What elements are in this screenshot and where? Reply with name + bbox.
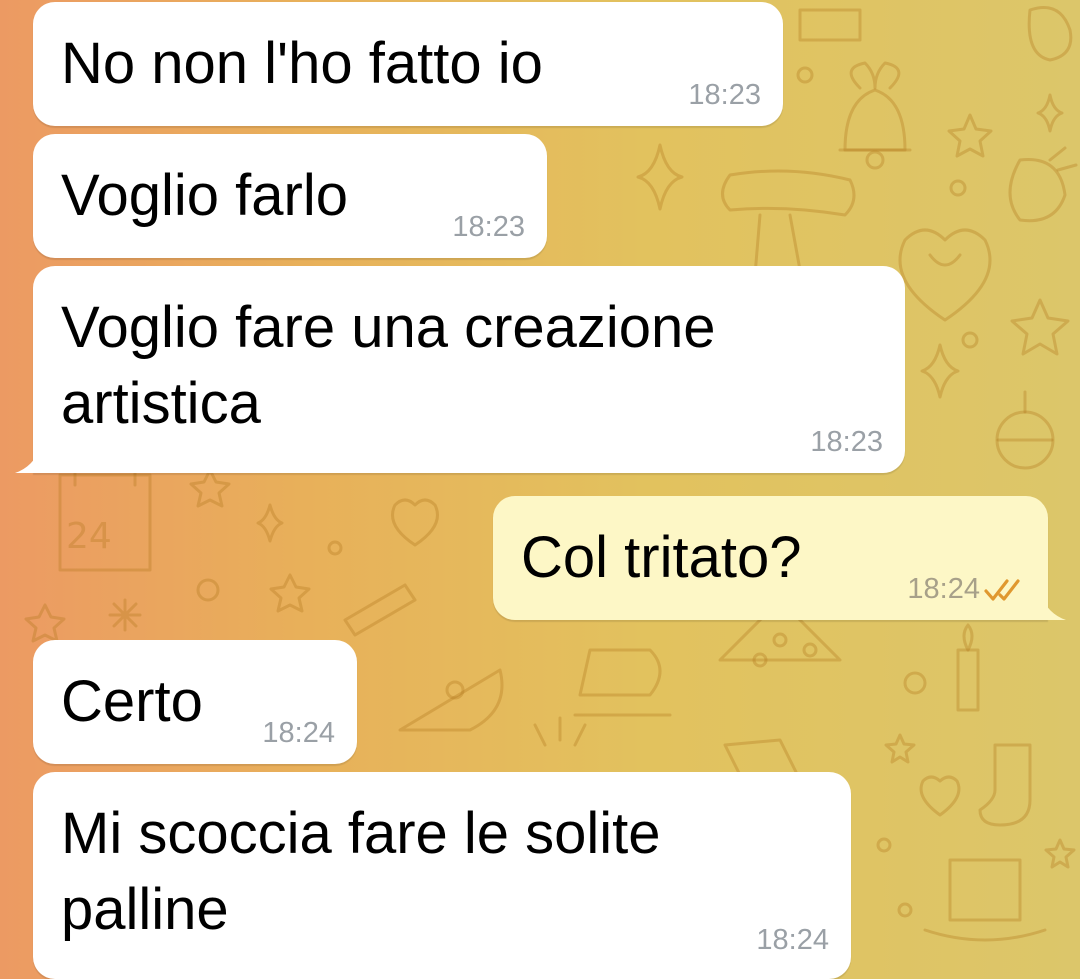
sled-doodle-icon (343, 583, 417, 637)
snowflake-doodle-icon (108, 598, 142, 632)
message-text-line: Voglio fare una creazione (61, 295, 716, 360)
bubble-tail (15, 447, 41, 473)
circle-doodle-icon (876, 837, 892, 853)
ornament-doodle-icon (995, 390, 1055, 470)
heart-box-doodle-icon (898, 228, 992, 322)
star-doodle-icon (24, 603, 66, 643)
bell-doodle-icon (838, 61, 912, 170)
sparkle-doodle-icon (533, 716, 587, 747)
sparkle-doodle-icon (1036, 93, 1064, 133)
message-text-line: Mi scoccia fare le solite (61, 801, 661, 866)
message-time: 18:23 (810, 426, 883, 458)
message-time: 18:23 (688, 79, 761, 111)
top-hat-doodle-icon (923, 858, 1047, 942)
candle-doodle-icon (956, 623, 980, 712)
cake-doodle-icon (798, 8, 862, 42)
message-time: 18:24 (907, 573, 980, 605)
pizza-doodle-icon (398, 668, 504, 732)
sock-doodle-icon (978, 743, 1032, 827)
scarf-doodle-icon (721, 169, 856, 277)
skate-doodle-icon (573, 648, 672, 717)
star-doodle-icon (189, 468, 231, 508)
svg-text:24: 24 (66, 516, 112, 557)
message-text: No non l'ho fatto io (61, 31, 543, 96)
circle-doodle-icon (903, 671, 927, 695)
circle-doodle-icon (949, 179, 967, 197)
calendar-doodle-icon: 24 (58, 463, 152, 572)
circle-doodle-icon (796, 66, 814, 84)
message-time: 18:24 (756, 924, 829, 956)
star-doodle-icon (1010, 298, 1070, 356)
message-bubble[interactable]: Voglio farlo 18:23 (33, 134, 547, 258)
mitten-doodle-icon (1027, 6, 1073, 62)
sparkle-doodle-icon (256, 503, 284, 543)
message-text-line: palline (61, 877, 229, 942)
strawberry-doodle-icon (1008, 146, 1078, 223)
circle-doodle-icon (327, 540, 343, 556)
message-bubble[interactable]: Certo 18:24 (33, 640, 357, 764)
heart-doodle-icon (391, 498, 439, 547)
message-bubble[interactable]: No non l'ho fatto io 18:23 (33, 2, 783, 126)
circle-doodle-icon (897, 902, 913, 918)
star-doodle-icon (1044, 838, 1076, 869)
circle-doodle-icon (196, 578, 220, 602)
message-text: Voglio farlo (61, 163, 348, 228)
star-doodle-icon (269, 573, 311, 613)
star-doodle-icon (947, 113, 993, 158)
sparkle-doodle-icon (920, 343, 960, 399)
message-time: 18:24 (262, 717, 335, 749)
heart-doodle-icon (919, 775, 961, 817)
sparkle-doodle-icon (636, 143, 684, 211)
message-bubble[interactable]: Voglio fare una creazione artistica 18:2… (15, 266, 905, 473)
bubble-tail (1040, 594, 1066, 620)
star-doodle-icon (884, 733, 916, 764)
circle-doodle-icon (961, 331, 979, 349)
message-bubble[interactable]: Mi scoccia fare le solite palline 18:24 (33, 772, 851, 979)
message-bubble-outgoing[interactable]: Col tritato? 18:24 (493, 496, 1066, 620)
message-text-line: artistica (61, 371, 261, 436)
read-double-check-icon (984, 579, 1020, 601)
message-time: 18:23 (452, 211, 525, 243)
